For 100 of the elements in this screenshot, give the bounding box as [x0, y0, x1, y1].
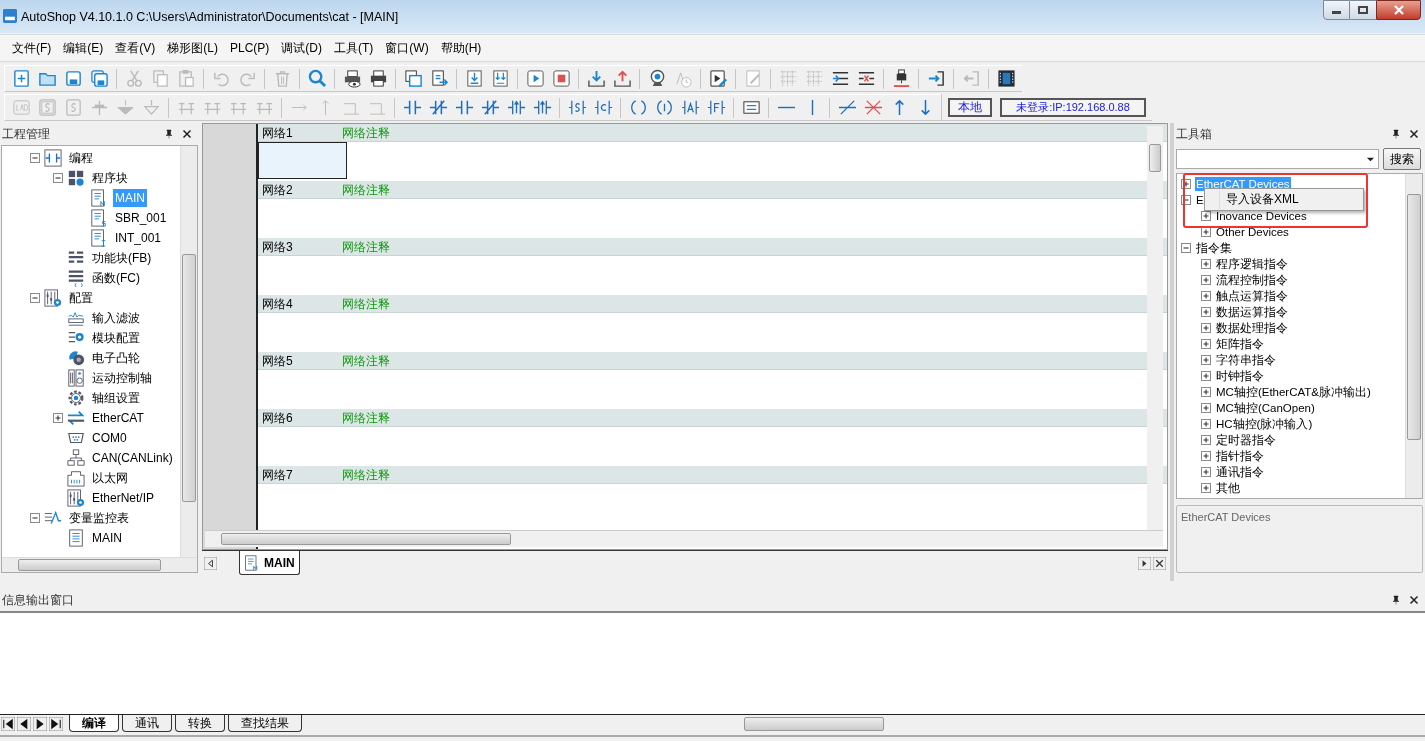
contact-icon[interactable] — [402, 98, 422, 117]
expand-icon[interactable] — [1201, 227, 1211, 237]
horizontal-scrollbar[interactable] — [2, 557, 197, 572]
play-pencil-icon[interactable] — [708, 69, 728, 88]
expand-icon[interactable] — [1201, 291, 1211, 301]
maximize-button[interactable] — [1350, 0, 1376, 20]
expand-icon[interactable] — [1201, 387, 1211, 397]
collapse-icon[interactable] — [53, 173, 63, 183]
delete-row-icon[interactable] — [856, 69, 876, 88]
menu-item[interactable]: 梯形图(L) — [161, 37, 224, 59]
cross-line-icon[interactable] — [863, 98, 883, 117]
next-icon[interactable] — [33, 717, 47, 731]
menu-item[interactable]: 工具(T) — [328, 37, 380, 59]
tree-item[interactable]: 输入滤波 — [90, 309, 142, 327]
menu-item[interactable]: PLC(P) — [224, 37, 276, 59]
tab-right-arrow-icon[interactable] — [1138, 557, 1151, 570]
tree-item[interactable]: 字符串指令 — [1215, 353, 1277, 367]
tree-item[interactable]: 触点运算指令 — [1215, 289, 1289, 303]
printer-icon[interactable] — [368, 69, 388, 88]
tree-item[interactable]: 指令集 — [1195, 241, 1233, 255]
expand-icon[interactable] — [1201, 371, 1211, 381]
pin-icon[interactable] — [164, 129, 174, 139]
document-download-icon[interactable] — [464, 69, 484, 88]
document-double-download-icon[interactable] — [490, 69, 510, 88]
previous-icon[interactable] — [17, 717, 31, 731]
local-button[interactable]: 本地 — [948, 97, 992, 117]
tree-item[interactable]: MAIN — [90, 529, 124, 547]
tree-item[interactable]: 时钟指令 — [1215, 369, 1265, 383]
tree-item[interactable]: 模块配置 — [90, 329, 142, 347]
expand-icon[interactable] — [1201, 403, 1211, 413]
output-tab[interactable]: 通讯 — [122, 715, 172, 732]
vertical-scrollbar[interactable] — [1147, 126, 1163, 530]
search-icon[interactable] — [307, 69, 327, 88]
coil-icon[interactable] — [628, 98, 648, 117]
close-icon[interactable] — [1153, 557, 1166, 570]
tree-item[interactable]: SBR_001 — [113, 209, 169, 227]
menu-item[interactable]: 查看(V) — [109, 37, 162, 59]
tree-item[interactable]: 变量监控表 — [67, 509, 131, 527]
search-button[interactable]: 搜索 — [1383, 148, 1421, 170]
play-icon[interactable] — [525, 69, 545, 88]
expand-icon[interactable] — [1201, 467, 1211, 477]
windows-icon[interactable] — [403, 69, 423, 88]
menu-item[interactable]: 编辑(E) — [57, 37, 110, 59]
output-tab[interactable]: 编译 — [69, 715, 119, 732]
collapse-icon[interactable] — [30, 293, 40, 303]
tree-item[interactable]: MC轴控(EtherCAT&脉冲输出) — [1215, 385, 1372, 399]
film-strip-icon[interactable] — [996, 69, 1016, 88]
vertical-scrollbar[interactable] — [180, 146, 197, 557]
expand-icon[interactable] — [1201, 259, 1211, 269]
tree-item[interactable]: INT_001 — [113, 229, 164, 247]
collapse-icon[interactable] — [1181, 243, 1191, 253]
editor-tab[interactable]: MAIN — [239, 551, 300, 575]
document-arrow-icon[interactable] — [429, 69, 449, 88]
tree-item[interactable]: 定时器指令 — [1215, 433, 1277, 447]
inverted-coil-icon[interactable] — [654, 98, 674, 117]
expand-icon[interactable] — [1201, 323, 1211, 333]
expand-icon[interactable] — [1201, 307, 1211, 317]
expand-icon[interactable] — [1201, 419, 1211, 429]
tree-item[interactable]: 编程 — [67, 149, 95, 167]
closed-contact-icon[interactable] — [428, 98, 448, 117]
expand-icon[interactable] — [1201, 355, 1211, 365]
tab-left-arrow-icon[interactable] — [204, 557, 217, 570]
tree-item[interactable]: COM0 — [90, 429, 129, 447]
tree-item[interactable]: 函数(FC) — [90, 269, 142, 287]
s-bracket-icon[interactable] — [567, 98, 587, 117]
tree-item[interactable]: 功能块(FB) — [90, 249, 154, 267]
menu-item[interactable]: 窗口(W) — [379, 37, 435, 59]
menu-item[interactable]: 帮助(H) — [434, 37, 488, 59]
collapse-icon[interactable] — [30, 153, 40, 163]
stacked-disks-icon[interactable] — [89, 69, 109, 88]
f-box-icon[interactable] — [706, 98, 726, 117]
slash-line-icon[interactable] — [837, 98, 857, 117]
printer-eye-icon[interactable] — [342, 69, 362, 88]
expand-icon[interactable] — [1201, 435, 1211, 445]
comment-card-icon[interactable] — [741, 98, 761, 117]
expand-icon[interactable] — [53, 413, 63, 423]
closed-contact-icon[interactable] — [480, 98, 500, 117]
menu-item[interactable]: 调试(D) — [275, 37, 328, 59]
a-box-icon[interactable] — [680, 98, 700, 117]
close-icon[interactable] — [1409, 595, 1419, 605]
tree-item[interactable]: 矩阵指令 — [1215, 337, 1265, 351]
output-tab[interactable]: 转换 — [175, 715, 225, 732]
close-icon[interactable] — [1409, 129, 1419, 139]
pin-icon[interactable] — [1391, 595, 1401, 605]
expand-icon[interactable] — [1201, 211, 1211, 221]
tree-item[interactable]: 以太网 — [90, 469, 130, 487]
expand-icon[interactable] — [1201, 275, 1211, 285]
c-bracket-icon[interactable] — [593, 98, 613, 117]
expand-icon[interactable] — [1201, 339, 1211, 349]
tree-item[interactable]: 运动控制轴 — [90, 369, 154, 387]
pulse-contact-icon[interactable] — [532, 98, 552, 117]
tree-item[interactable]: EtherCAT — [90, 409, 146, 427]
tree-item[interactable]: 配置 — [67, 289, 95, 307]
contact-icon[interactable] — [454, 98, 474, 117]
insert-row-icon[interactable] — [830, 69, 850, 88]
tree-item[interactable]: MC轴控(CanOpen) — [1215, 401, 1316, 415]
selected-cell[interactable] — [258, 142, 347, 179]
upload-tray-icon[interactable] — [612, 69, 632, 88]
close-button[interactable] — [1376, 0, 1421, 20]
tree-item[interactable]: 数据运算指令 — [1215, 305, 1289, 319]
